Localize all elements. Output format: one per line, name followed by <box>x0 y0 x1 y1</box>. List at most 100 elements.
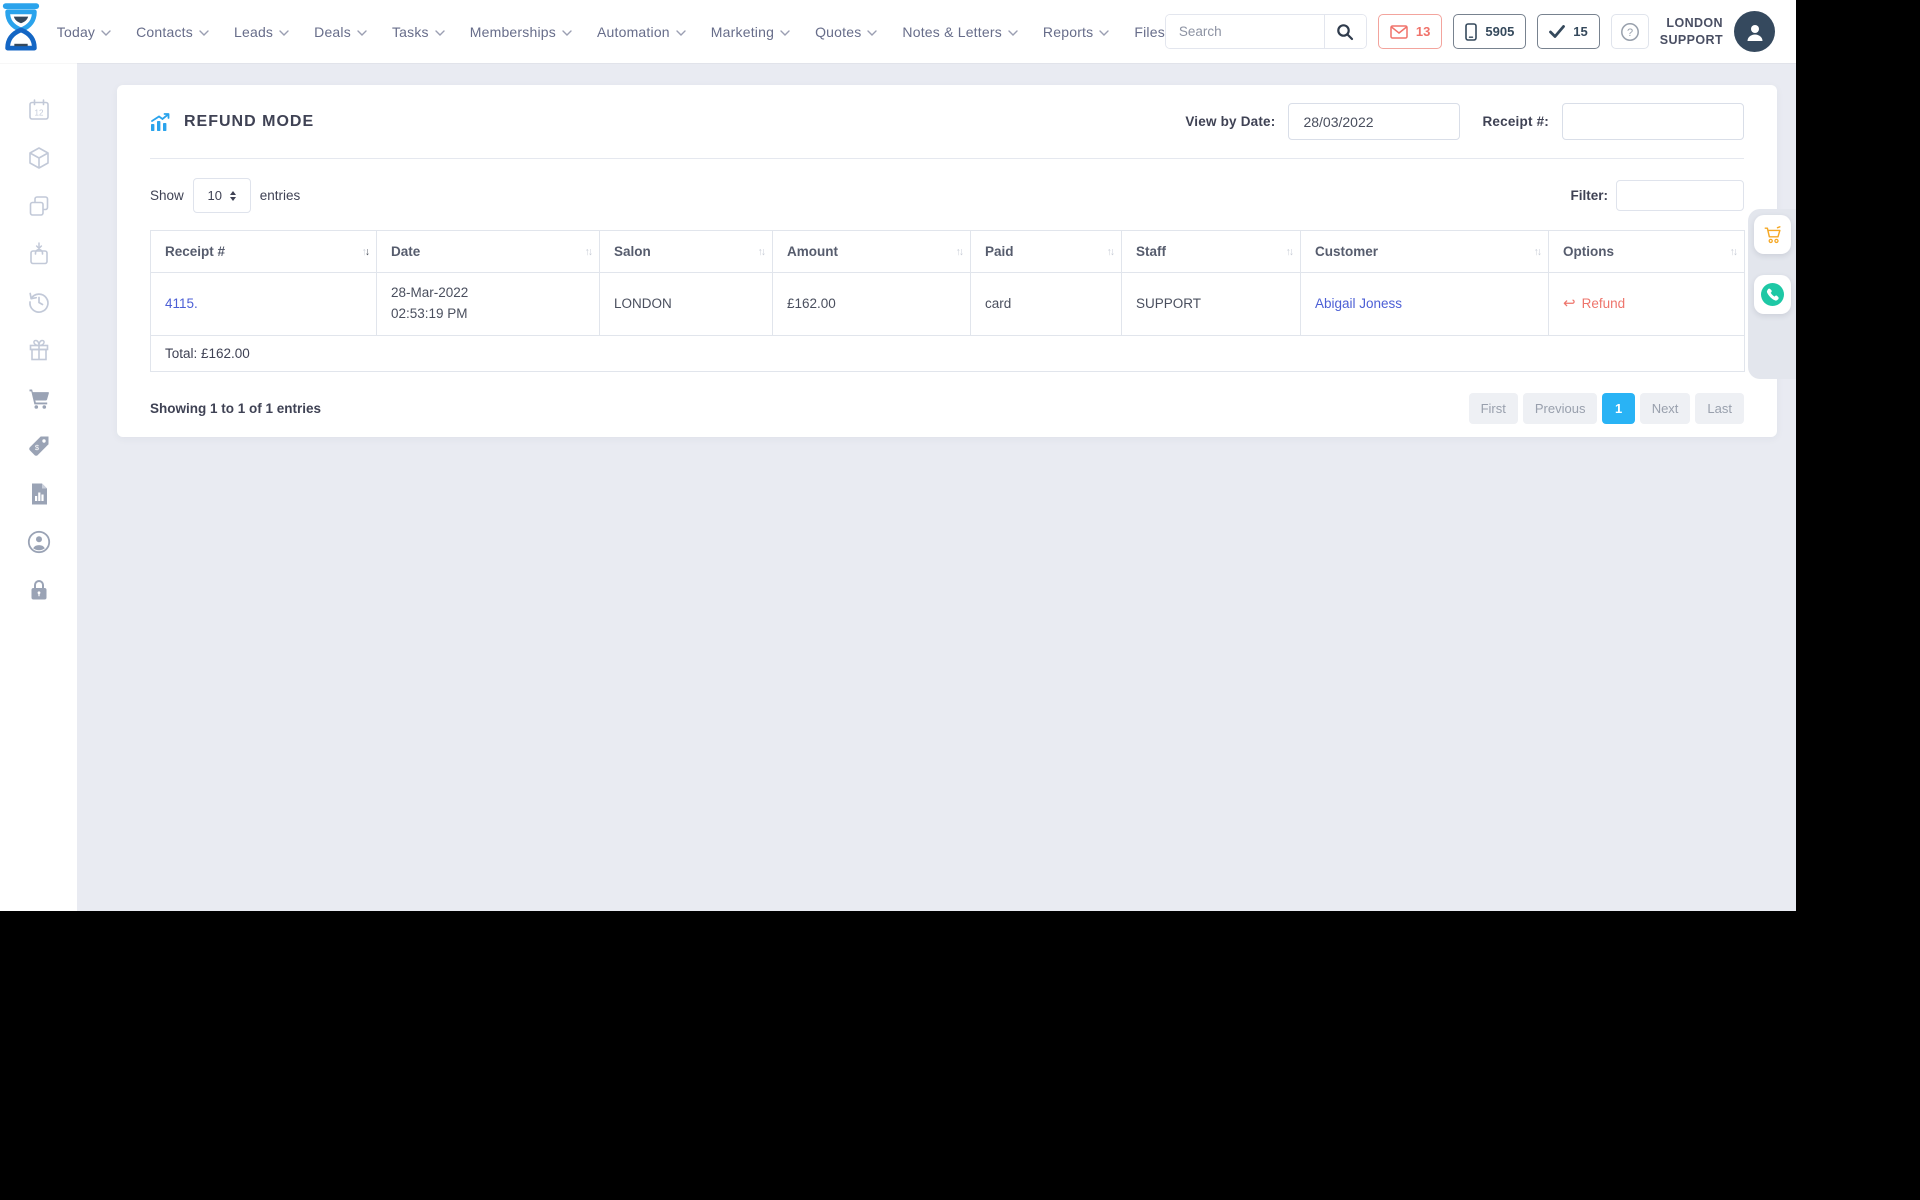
menu-quotes[interactable]: Quotes <box>815 24 878 40</box>
staff-cell: SUPPORT <box>1121 272 1301 336</box>
history-icon[interactable] <box>25 288 52 315</box>
pagination-page-1[interactable]: 1 <box>1602 392 1635 424</box>
receipt-number-label: Receipt #: <box>1482 114 1549 129</box>
account-icon[interactable] <box>25 528 52 555</box>
navbar-right: 13 5905 15 ? LONDON SUPPORT <box>1164 11 1796 52</box>
gift-icon[interactable] <box>25 336 52 363</box>
col-salon[interactable]: Salon ↑↓ <box>599 230 773 273</box>
menu-marketing[interactable]: Marketing <box>711 24 790 40</box>
pagination-next[interactable]: Next <box>1639 392 1691 424</box>
refund-label: Refund <box>1581 296 1626 312</box>
sort-icon: ↑↓ <box>1533 245 1542 258</box>
top-navbar: Today Contacts Leads Deals Tasks Members… <box>0 0 1796 63</box>
user-name-line2: SUPPORT <box>1659 32 1723 47</box>
shopping-bag-icon[interactable] <box>25 240 52 267</box>
menu-tasks[interactable]: Tasks <box>392 24 445 40</box>
pagination-first[interactable]: First <box>1468 392 1518 424</box>
main-menu: Today Contacts Leads Deals Tasks Members… <box>57 24 1165 40</box>
col-receipt[interactable]: Receipt # ↑↓ <box>150 230 377 273</box>
menu-contacts[interactable]: Contacts <box>136 24 209 40</box>
price-tag-icon[interactable]: $ <box>25 432 52 459</box>
messages-badge[interactable]: 13 <box>1377 14 1443 49</box>
menu-leads[interactable]: Leads <box>234 24 289 40</box>
sort-icon: ↑↓ <box>1285 245 1294 258</box>
menu-reports[interactable]: Reports <box>1042 23 1110 40</box>
main-content: REFUND MODE View by Date: Receipt #: Sho… <box>77 63 1796 911</box>
col-date[interactable]: Date ↑↓ <box>376 230 600 273</box>
col-options[interactable]: Options ↑↓ <box>1548 230 1745 273</box>
hourglass-logo-icon <box>0 3 42 60</box>
time-value: 02:53:19 PM <box>391 305 468 321</box>
report-icon[interactable] <box>25 480 52 507</box>
chevron-down-icon <box>780 29 790 36</box>
cart-icon <box>1764 225 1781 243</box>
search-icon <box>1337 23 1354 40</box>
refund-action[interactable]: ↩ Refund <box>1563 296 1625 311</box>
package-icon[interactable] <box>25 144 52 171</box>
global-search <box>1164 14 1367 49</box>
show-label: Show <box>150 188 184 203</box>
col-paid[interactable]: Paid ↑↓ <box>970 230 1122 273</box>
search-input[interactable] <box>1165 15 1324 48</box>
menu-notes-letters[interactable]: Notes & Letters <box>902 24 1018 40</box>
left-sidebar: 12 $ <box>0 63 77 911</box>
phone-count: 5905 <box>1485 24 1515 39</box>
col-customer[interactable]: Customer ↑↓ <box>1300 230 1549 273</box>
phone-icon <box>1761 283 1784 306</box>
date-value: 28-Mar-2022 <box>391 285 469 300</box>
menu-label: Reports <box>1042 23 1094 40</box>
pagination-last[interactable]: Last <box>1695 392 1744 424</box>
receipt-link[interactable]: 4115. <box>165 296 198 311</box>
table-controls: Show 10 entries Filter: <box>150 178 1744 213</box>
col-staff[interactable]: Staff ↑↓ <box>1121 230 1301 273</box>
menu-files[interactable]: Files <box>1134 24 1165 40</box>
pagination-previous[interactable]: Previous <box>1522 392 1598 424</box>
brand-logo[interactable] <box>0 3 43 60</box>
col-label: Date <box>391 244 421 259</box>
page-length-select[interactable]: 10 <box>192 178 251 213</box>
table-footer: Showing 1 to 1 of 1 entries First Previo… <box>150 392 1744 424</box>
col-amount[interactable]: Amount ↑↓ <box>772 230 971 273</box>
checkmark-icon <box>1549 25 1566 38</box>
chevron-down-icon <box>562 29 572 36</box>
menu-today[interactable]: Today <box>57 24 111 40</box>
user-name-line1: LONDON <box>1666 16 1723 31</box>
date-cell: 28-Mar-2022 02:53:19 PM <box>376 272 600 336</box>
chart-icon <box>151 112 170 131</box>
menu-label: Today <box>56 23 96 40</box>
chevron-down-icon <box>1008 29 1018 36</box>
chevron-down-icon <box>357 29 367 36</box>
menu-deals[interactable]: Deals <box>314 24 367 40</box>
phone-badge[interactable]: 5905 <box>1453 14 1527 49</box>
menu-automation[interactable]: Automation <box>597 24 686 40</box>
tasks-count: 15 <box>1573 24 1588 39</box>
filter-input[interactable] <box>1616 180 1744 211</box>
floating-cart-button[interactable] <box>1754 215 1791 254</box>
search-button[interactable] <box>1323 15 1366 48</box>
customer-link[interactable]: Abigail Joness <box>1315 296 1402 311</box>
calendar-icon[interactable]: 12 <box>25 96 52 123</box>
menu-memberships[interactable]: Memberships <box>470 24 572 40</box>
floating-phone-button[interactable] <box>1754 275 1791 314</box>
col-label: Salon <box>614 244 651 259</box>
svg-text:?: ? <box>1627 27 1633 39</box>
col-label: Staff <box>1136 244 1166 259</box>
col-label: Paid <box>985 244 1014 259</box>
lock-icon[interactable] <box>25 576 52 603</box>
cart-icon[interactable] <box>25 384 52 411</box>
table-header-row: Receipt # ↑↓ Date ↑↓ Salon ↑↓ Amount ↑↓ Paid… <box>150 230 1745 273</box>
amount-cell: £162.00 <box>772 272 971 336</box>
messages-count: 13 <box>1415 24 1431 39</box>
help-button[interactable]: ? <box>1610 14 1649 49</box>
copy-icon[interactable] <box>25 192 52 219</box>
receipt-number-input[interactable] <box>1562 103 1744 140</box>
salon-cell: LONDON <box>599 272 773 336</box>
col-label: Options <box>1563 244 1614 259</box>
view-by-date-input[interactable] <box>1288 103 1461 140</box>
filter-group: Filter: <box>1570 180 1744 211</box>
col-label: Customer <box>1315 244 1379 259</box>
user-name: LONDON SUPPORT <box>1660 15 1723 48</box>
tasks-badge[interactable]: 15 <box>1537 14 1600 49</box>
user-avatar[interactable] <box>1734 11 1775 52</box>
page-length-value: 10 <box>207 188 223 203</box>
